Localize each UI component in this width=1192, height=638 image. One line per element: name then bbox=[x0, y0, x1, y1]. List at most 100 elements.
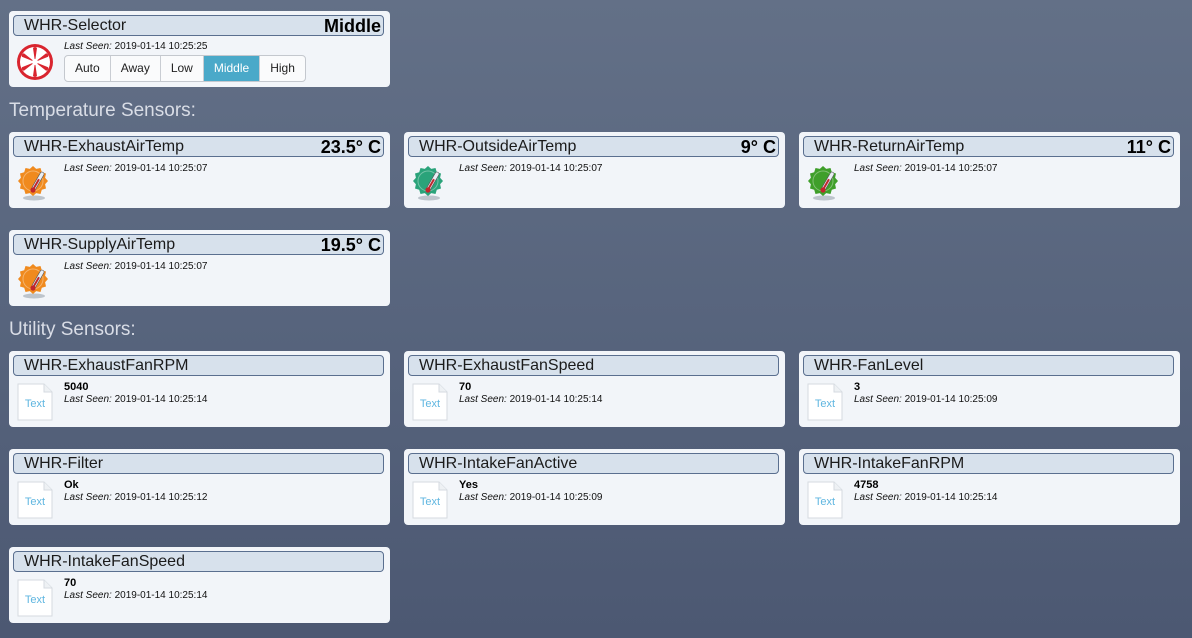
last-seen-label: Last Seen: bbox=[459, 394, 507, 405]
last-seen: Last Seen: 2019-01-14 10:25:09 bbox=[459, 492, 602, 503]
last-seen-time: 2019-01-14 10:25:07 bbox=[904, 163, 998, 174]
level-button-high[interactable]: High bbox=[260, 56, 305, 81]
temperature-section-title: Temperature Sensors: bbox=[9, 100, 196, 121]
card-header: WHR-Selector Middle bbox=[13, 15, 384, 36]
utility-card: WHR-IntakeFanActive Text Yes Last Seen: 201… bbox=[404, 449, 785, 525]
card-header: WHR-FanLevel bbox=[803, 355, 1174, 376]
last-seen-time: 2019-01-14 10:25:14 bbox=[509, 394, 603, 405]
device-name: WHR-Filter bbox=[24, 455, 104, 472]
utility-card: WHR-IntakeFanRPM Text 4758 Last Seen: 2019-… bbox=[799, 449, 1180, 525]
last-seen-label: Last Seen: bbox=[64, 41, 112, 52]
level-selector: Auto Away Low Middle High bbox=[64, 55, 306, 82]
last-seen: Last Seen: 2019-01-14 10:25:14 bbox=[64, 590, 207, 601]
text-icon[interactable]: Text bbox=[411, 480, 449, 520]
sensor-reading: Ok bbox=[64, 479, 79, 491]
last-seen-time: 2019-01-14 10:25:07 bbox=[114, 261, 208, 272]
selector-card: WHR-Selector Middle Last Seen: 2019-01-1… bbox=[9, 11, 390, 87]
card-header: WHR-SupplyAirTemp 19.5° C bbox=[13, 234, 384, 255]
device-name: WHR-Selector bbox=[24, 17, 127, 34]
level-button-away[interactable]: Away bbox=[111, 56, 161, 81]
temperature-value: 23.5° C bbox=[320, 137, 381, 157]
last-seen-time: 2019-01-14 10:25:14 bbox=[904, 492, 998, 503]
last-seen: Last Seen: 2019-01-14 10:25:14 bbox=[459, 394, 602, 405]
text-icon[interactable]: Text bbox=[806, 382, 844, 422]
last-seen-label: Last Seen: bbox=[854, 492, 902, 503]
card-header: WHR-ExhaustAirTemp 23.5° C bbox=[13, 136, 384, 157]
last-seen-time: 2019-01-14 10:25:09 bbox=[904, 394, 998, 405]
fan-icon[interactable] bbox=[16, 42, 54, 82]
utility-card: WHR-FanLevel Text 3 Last Seen: 2019-01-14 1… bbox=[799, 351, 1180, 427]
text-icon[interactable]: Text bbox=[806, 480, 844, 520]
thermometer-mild-icon[interactable] bbox=[806, 163, 844, 203]
temperature-value: 11° C bbox=[1126, 137, 1171, 157]
last-seen-label: Last Seen: bbox=[459, 492, 507, 503]
card-header: WHR-OutsideAirTemp 9° C bbox=[408, 136, 779, 157]
last-seen: Last Seen: 2019-01-14 10:25:25 bbox=[64, 41, 207, 52]
thermometer-warm-icon[interactable] bbox=[16, 261, 54, 301]
level-button-auto[interactable]: Auto bbox=[65, 56, 111, 81]
last-seen-time: 2019-01-14 10:25:07 bbox=[509, 163, 603, 174]
card-header: WHR-Filter bbox=[13, 453, 384, 474]
last-seen-label: Last Seen: bbox=[459, 163, 507, 174]
last-seen-time: 2019-01-14 10:25:14 bbox=[114, 394, 208, 405]
last-seen: Last Seen: 2019-01-14 10:25:07 bbox=[64, 261, 207, 272]
last-seen-label: Last Seen: bbox=[64, 163, 112, 174]
utility-card: WHR-Filter Text Ok Last Seen: 2019-01-14 10… bbox=[9, 449, 390, 525]
device-name: WHR-ExhaustFanRPM bbox=[24, 357, 189, 374]
temperature-value: 19.5° C bbox=[320, 235, 381, 255]
text-icon-label: Text bbox=[815, 496, 835, 508]
thermometer-warm-icon[interactable] bbox=[16, 163, 54, 203]
text-icon[interactable]: Text bbox=[411, 382, 449, 422]
device-name: WHR-ReturnAirTemp bbox=[814, 138, 965, 155]
device-name: WHR-ExhaustFanSpeed bbox=[419, 357, 595, 374]
utility-section-title: Utility Sensors: bbox=[9, 319, 136, 340]
last-seen: Last Seen: 2019-01-14 10:25:09 bbox=[854, 394, 997, 405]
last-seen-label: Last Seen: bbox=[64, 261, 112, 272]
sensor-reading: 3 bbox=[854, 381, 861, 393]
text-icon[interactable]: Text bbox=[16, 480, 54, 520]
last-seen: Last Seen: 2019-01-14 10:25:07 bbox=[854, 163, 997, 174]
device-name: WHR-IntakeFanRPM bbox=[814, 455, 965, 472]
text-icon-label: Text bbox=[815, 398, 835, 410]
device-name: WHR-SupplyAirTemp bbox=[24, 236, 176, 253]
device-name: WHR-FanLevel bbox=[814, 357, 924, 374]
temperature-card: WHR-ExhaustAirTemp 23.5° C Last Seen: 2019… bbox=[9, 132, 390, 208]
last-seen: Last Seen: 2019-01-14 10:25:07 bbox=[459, 163, 602, 174]
last-seen-label: Last Seen: bbox=[64, 492, 112, 503]
card-header: WHR-IntakeFanRPM bbox=[803, 453, 1174, 474]
temperature-card: WHR-OutsideAirTemp 9° C Last Seen: 2019-01… bbox=[404, 132, 785, 208]
temperature-card: WHR-ReturnAirTemp 11° C Last Seen: 2019-01… bbox=[799, 132, 1180, 208]
sensor-reading: 70 bbox=[459, 381, 472, 393]
device-name: WHR-IntakeFanSpeed bbox=[24, 553, 185, 570]
last-seen-time: 2019-01-14 10:25:12 bbox=[114, 492, 208, 503]
text-icon-label: Text bbox=[420, 496, 440, 508]
last-seen-time: 2019-01-14 10:25:25 bbox=[114, 41, 208, 52]
text-icon[interactable]: Text bbox=[16, 578, 54, 618]
card-header: WHR-IntakeFanActive bbox=[408, 453, 779, 474]
last-seen-time: 2019-01-14 10:25:14 bbox=[114, 590, 208, 601]
text-icon[interactable]: Text bbox=[16, 382, 54, 422]
last-seen: Last Seen: 2019-01-14 10:25:12 bbox=[64, 492, 207, 503]
device-status: Middle bbox=[324, 16, 381, 36]
device-name: WHR-OutsideAirTemp bbox=[419, 138, 577, 155]
level-button-low[interactable]: Low bbox=[161, 56, 204, 81]
temperature-value: 9° C bbox=[740, 137, 776, 157]
temperature-card: WHR-SupplyAirTemp 19.5° C Last Seen: 2019-… bbox=[9, 230, 390, 306]
last-seen: Last Seen: 2019-01-14 10:25:14 bbox=[64, 394, 207, 405]
level-button-middle[interactable]: Middle bbox=[203, 56, 261, 81]
sensor-reading: 4758 bbox=[854, 479, 879, 491]
last-seen-label: Last Seen: bbox=[854, 163, 902, 174]
thermometer-cool-icon[interactable] bbox=[411, 163, 449, 203]
last-seen-label: Last Seen: bbox=[854, 394, 902, 405]
card-header: WHR-ReturnAirTemp 11° C bbox=[803, 136, 1174, 157]
last-seen: Last Seen: 2019-01-14 10:25:14 bbox=[854, 492, 997, 503]
last-seen-label: Last Seen: bbox=[64, 394, 112, 405]
card-header: WHR-ExhaustFanSpeed bbox=[408, 355, 779, 376]
card-header: WHR-IntakeFanSpeed bbox=[13, 551, 384, 572]
card-header: WHR-ExhaustFanRPM bbox=[13, 355, 384, 376]
text-icon-label: Text bbox=[25, 398, 45, 410]
last-seen-time: 2019-01-14 10:25:07 bbox=[114, 163, 208, 174]
text-icon-label: Text bbox=[420, 398, 440, 410]
device-name: WHR-ExhaustAirTemp bbox=[24, 138, 185, 155]
last-seen: Last Seen: 2019-01-14 10:25:07 bbox=[64, 163, 207, 174]
